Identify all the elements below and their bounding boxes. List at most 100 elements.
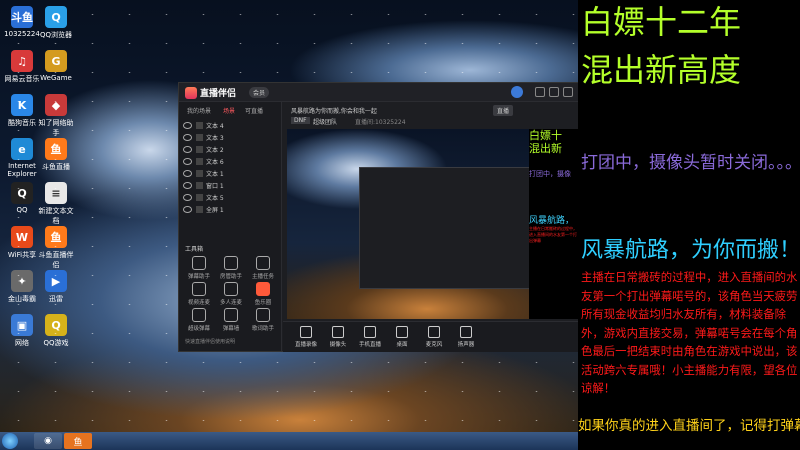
settings-icon[interactable] (535, 87, 545, 97)
zhiliao-icon: ◆ (45, 94, 67, 116)
desktop-label: 桌面 (396, 342, 408, 348)
desktop-icon-label: WeGame (40, 74, 72, 82)
vip-badge[interactable]: 会员 (249, 87, 270, 98)
visibility-icon[interactable] (183, 170, 192, 177)
desktop-icon-wegame[interactable]: G WeGame (36, 50, 76, 82)
preview-overlay-strip: 白嫖十 混出新 打团中，摄像 风暴航路， 主播在日常搬砖的过程中，进入直播间的水… (529, 129, 579, 319)
stream-title[interactable]: 风暴航路为你而搬,你会和我一起 (291, 106, 377, 115)
tool-label: 弹幕助手 (187, 274, 210, 280)
visibility-icon[interactable] (183, 122, 192, 129)
wegame-icon: G (45, 50, 67, 72)
source-icon (196, 182, 203, 189)
record-button[interactable]: 直播录像 (291, 326, 321, 348)
desktop-icon-label: 迅雷 (49, 295, 63, 303)
desktop-icon-qq[interactable]: Q QQ (2, 182, 42, 214)
scene-item[interactable]: 文本 5 (183, 192, 277, 203)
usage-tip[interactable]: 快速直播伴侣使用说明 (185, 338, 235, 345)
avatar[interactable] (511, 86, 523, 98)
source-icon (196, 194, 203, 201)
account-icon: 斗鱼 (11, 6, 33, 28)
start-button[interactable] (2, 433, 18, 449)
desktop-icon-douyu-companion[interactable]: 鱼斗鱼直播伴侣 (36, 226, 76, 270)
taskbar-browser-icon[interactable]: ◉ (34, 433, 62, 449)
scene-label: 文本 3 (206, 135, 224, 142)
tool-button[interactable]: 主播任务 (249, 256, 277, 280)
stream-tag[interactable]: 直播 (493, 105, 514, 116)
desktop-icon-qqgame[interactable]: Q QQ游戏 (36, 314, 76, 348)
desktop-icon-qq-browser[interactable]: Q QQ浏览器 (36, 6, 76, 40)
desktop-icon-label: 新建文本文档 (38, 207, 74, 225)
team-label: 超级团队 (313, 119, 338, 126)
tab-scenes[interactable]: 场景 (223, 106, 235, 115)
tool-label: 弹幕墙 (222, 326, 240, 332)
desktop-icon-kugou[interactable]: K 酷狗音乐 (2, 94, 42, 128)
visibility-icon[interactable] (183, 134, 192, 141)
tool-button[interactable]: 多人连麦 (217, 282, 245, 306)
camera-label: 摄像头 (329, 342, 347, 348)
scene-item[interactable]: 文本 3 (183, 132, 277, 143)
app-logo: 直播伴侣 (185, 86, 236, 99)
desktop-icon-douyu[interactable]: 鱼斗鱼直播 (36, 138, 76, 172)
desktop-icon-netease-music[interactable]: ♫ 网易云音乐 (2, 50, 42, 84)
desktop-icon-xunlei[interactable]: ▶ 迅雷 (36, 270, 76, 304)
visibility-icon[interactable] (183, 182, 192, 189)
tool-icon (256, 282, 270, 296)
desktop-icon-label: 网易云音乐 (4, 75, 40, 83)
desktop-icon-label: QQ (16, 206, 28, 214)
visibility-icon[interactable] (183, 194, 192, 201)
tab-my-scenes[interactable]: 我的场景 (187, 106, 211, 115)
tab-live[interactable]: 可直播 (245, 106, 263, 115)
microphone-button[interactable]: 麦克风 (419, 326, 449, 348)
visibility-icon[interactable] (183, 158, 192, 165)
desktop-icon-ie[interactable]: e Internet Explorer (2, 138, 42, 178)
scene-item[interactable]: 文本 1 (183, 168, 277, 179)
tool-label: 主播任务 (251, 274, 274, 280)
tool-button[interactable]: 超级弹幕 (185, 308, 213, 332)
desktop-icon-account[interactable]: 斗鱼 10325224 (2, 6, 42, 38)
preview-cyan-line: 风暴航路， (529, 216, 575, 226)
tool-button[interactable]: 鱼乐圈 (249, 282, 277, 306)
scene-item[interactable]: 窗口 1 (183, 180, 277, 191)
tool-icon (192, 256, 206, 270)
source-icon (196, 122, 203, 129)
game-category[interactable]: DNF (291, 117, 310, 124)
desktop-icon-network[interactable]: ▣ 网络 (2, 314, 42, 348)
desktop-button[interactable]: 桌面 (387, 326, 417, 348)
desktop-icon-label: Internet Explorer (7, 162, 37, 178)
tool-button[interactable]: 歌词助手 (249, 308, 277, 332)
source-icon (196, 158, 203, 165)
close-icon[interactable] (563, 87, 573, 97)
preview-header: 风暴航路为你而搬,你会和我一起 直播 DNF 超级团队 直播间:10325224 (283, 102, 579, 128)
camera-icon (332, 326, 344, 338)
visibility-icon[interactable] (183, 206, 192, 213)
textfile-icon: ≡ (45, 182, 67, 204)
duba-icon: ✦ (11, 270, 33, 292)
qq-icon: Q (11, 182, 33, 204)
streaming-app-window[interactable]: 直播伴侣 会员 我的场景 场景 可直播 文本 4 文本 3 文本 2 文本 6 文本 1… (178, 82, 580, 352)
scene-item[interactable]: 文本 6 (183, 156, 277, 167)
tool-icon (256, 308, 270, 322)
tool-label: 视频连麦 (187, 300, 210, 306)
taskbar-douyu-icon[interactable]: 鱼 (64, 433, 92, 449)
tool-button[interactable]: 弹幕助手 (185, 256, 213, 280)
desktop-icon-label: 斗鱼直播 (42, 163, 70, 171)
scene-item[interactable]: 全屏 1 (183, 204, 277, 215)
live-preview[interactable] (287, 129, 529, 319)
douyu-icon: 鱼 (45, 138, 67, 160)
mobile-button[interactable]: 手机直播 (355, 326, 385, 348)
desktop-icon-wifi[interactable]: W WiFi共享 (2, 226, 42, 260)
desktop-icon-duba[interactable]: ✦ 金山毒霸 (2, 270, 42, 304)
scene-item[interactable]: 文本 2 (183, 144, 277, 155)
microphone-label: 麦克风 (425, 342, 443, 348)
tool-button[interactable]: 视频连麦 (185, 282, 213, 306)
desktop-icon-textfile[interactable]: ≡ 新建文本文档 (36, 182, 76, 226)
camera-button[interactable]: 摄像头 (323, 326, 353, 348)
visibility-icon[interactable] (183, 146, 192, 153)
minimize-icon[interactable] (549, 87, 559, 97)
speaker-button[interactable]: 扬声器 (451, 326, 481, 348)
microphone-icon (428, 326, 440, 338)
tool-button[interactable]: 弹幕墙 (217, 308, 245, 332)
scene-item[interactable]: 文本 4 (183, 120, 277, 131)
tool-button[interactable]: 房管助手 (217, 256, 245, 280)
desktop-icon-zhiliao[interactable]: ◆ 知了网络助手 (36, 94, 76, 138)
